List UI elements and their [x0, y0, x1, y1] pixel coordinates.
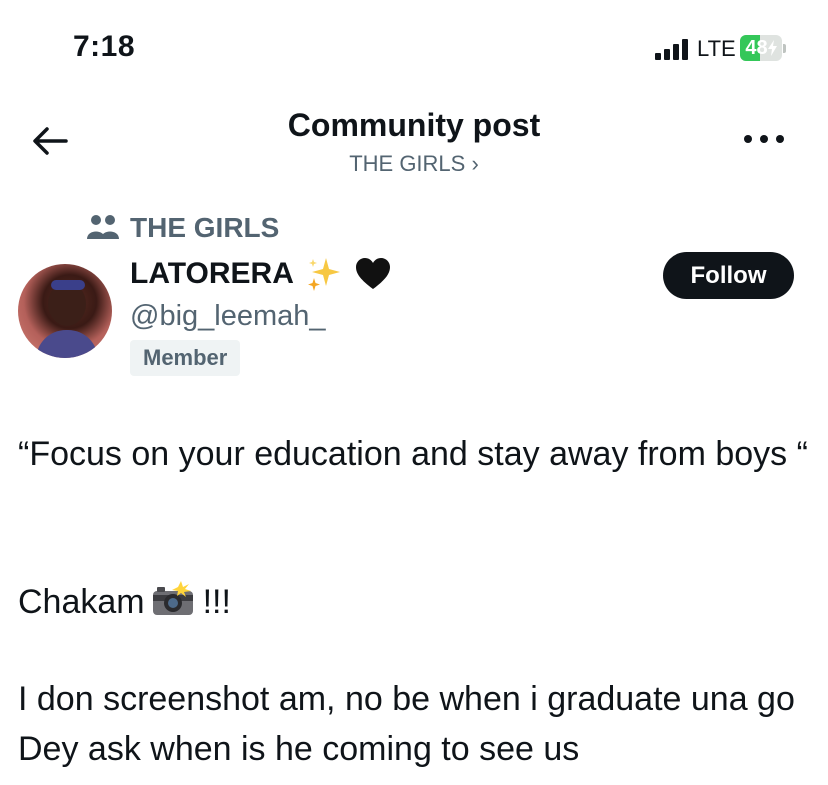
page-title: Community post — [287, 107, 541, 143]
bolt-icon — [767, 40, 777, 56]
avatar[interactable] — [18, 264, 112, 358]
post-paragraph-3: I don screenshot am, no be when i gradua… — [18, 680, 795, 768]
post-header: Community post THE GIRLS › — [0, 95, 828, 190]
post-paragraph-1: “Focus on your education and stay away f… — [18, 435, 808, 473]
community-link[interactable]: THE GIRLS › — [0, 151, 828, 177]
battery-level: 48 — [740, 35, 782, 61]
status-bar: 7:18 LTE 48 — [0, 0, 828, 90]
author-name-line: LATORERA — [130, 256, 391, 296]
post-paragraph-2: Chakam !!! — [18, 577, 808, 627]
community-name: THE GIRLS — [130, 212, 280, 243]
network-type: LTE — [697, 36, 736, 61]
camera-flash-icon — [152, 581, 193, 615]
member-badge: Member — [130, 340, 241, 376]
author-handle[interactable]: @big_leemah_ — [130, 300, 326, 333]
people-icon — [87, 215, 119, 239]
status-time: 7:18 — [73, 30, 136, 63]
post-paragraph-2-suffix: !!! — [202, 583, 231, 621]
signal-bars-icon — [655, 38, 691, 60]
sparkles-icon — [308, 258, 341, 291]
battery-indicator: 48 — [740, 35, 786, 61]
post-paragraph-2-text: Chakam — [18, 583, 145, 621]
more-options-button[interactable] — [740, 129, 788, 149]
follow-button[interactable]: Follow — [663, 252, 794, 299]
black-heart-icon — [355, 258, 390, 289]
author-display-name[interactable]: LATORERA — [130, 257, 294, 290]
